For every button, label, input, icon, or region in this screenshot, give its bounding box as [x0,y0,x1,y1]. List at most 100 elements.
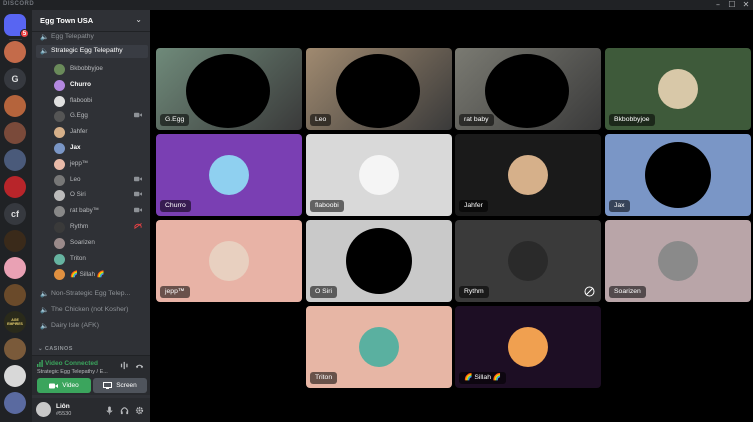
voice-user[interactable]: Soarizen [52,236,146,251]
signal-icon[interactable] [37,360,43,367]
video-tile[interactable]: Bkbobbyjoe [605,48,751,130]
avatar [54,95,65,107]
video-tile[interactable]: Jax [605,134,751,216]
server-icon[interactable] [4,284,26,306]
server-icon[interactable] [4,176,26,198]
speaker-icon: 🔈 [40,290,49,298]
user-tag[interactable]: #5530 [56,411,71,417]
avatar [54,237,65,249]
voice-channel[interactable]: 🔈 Dairy Isle (AFK) [36,320,148,333]
avatar [658,241,698,281]
avatar [645,142,711,208]
video-tile[interactable]: 🌈 Sillah 🌈 [455,306,601,388]
video-tile[interactable]: rat baby [455,48,601,130]
rail-separator [9,39,22,40]
server-icon[interactable] [4,365,26,387]
voice-user[interactable]: Jax [52,141,146,156]
tile-name-label: Rythm [459,286,489,298]
username[interactable]: Liôn [56,403,70,410]
discord-window: DISCORD – ☐ ✕ 5 Gcf AGE EMPIRES Egg Town U… [0,0,753,422]
voice-channel[interactable]: 🔈 Strategic Egg Telepathy [36,45,148,58]
voice-user-name: flaboobi [70,96,93,104]
avatar [209,155,249,195]
video-tile[interactable]: Jahfer [455,134,601,216]
server-icon[interactable] [4,149,26,171]
server-icon[interactable] [4,257,26,279]
avatar [54,158,65,170]
server-icon[interactable] [4,230,26,252]
close-button[interactable]: ✕ [739,0,753,10]
server-icon[interactable] [4,95,26,117]
avatar [346,228,412,294]
avatar [54,174,65,186]
video-tile[interactable]: jepp™ [156,220,302,302]
avatar[interactable] [36,402,51,417]
voice-channel-path[interactable]: Strategic Egg Telepathy / E... [37,369,108,375]
category-casinos[interactable]: ⌄ CASINOS [38,346,73,352]
voice-user[interactable]: Rythm [52,220,146,235]
voice-user[interactable]: Leo [52,173,146,188]
voice-user[interactable]: O Siri [52,188,146,203]
camera-feed [485,54,569,128]
server-rail: 5 Gcf AGE EMPIRES [0,10,32,422]
noise-suppression-icon[interactable] [120,361,129,370]
avatar [54,253,65,265]
headphones-icon[interactable] [120,406,129,415]
speaker-icon: 🔈 [40,47,49,55]
server-icon[interactable] [4,41,26,63]
video-tile[interactable]: O Siri [306,220,452,302]
gear-icon[interactable] [135,406,144,415]
channel-name: Egg Telepathy [51,33,94,40]
server-icon[interactable] [4,392,26,414]
voice-user[interactable]: 🌈 Sillah 🌈 [52,267,146,282]
video-button-label: Video [62,382,79,389]
microphone-icon[interactable] [105,406,114,415]
video-tile[interactable]: Leo [306,48,452,130]
voice-user[interactable]: G.Egg [52,109,146,124]
voice-user[interactable]: Bkbobbyjoe [52,62,146,77]
video-icon [134,176,142,181]
screen-share-button[interactable]: Screen [93,378,147,393]
voice-user[interactable]: flaboobi [52,94,146,109]
voice-channel[interactable]: 🔈 Non-Strategic Egg Telep... [36,288,148,301]
voice-channel[interactable]: 🔈 The Chicken (not Kosher) [36,304,148,317]
video-tile[interactable]: Churro [156,134,302,216]
voice-user[interactable]: Churro [52,78,146,93]
server-icon[interactable]: 5 [4,14,29,38]
voice-user[interactable]: rat baby™ [52,204,146,219]
tile-name-label: Jax [609,200,630,212]
video-tile[interactable]: Triton [306,306,452,388]
voice-user-name: Triton [70,254,86,262]
video-tile[interactable]: Soarizen [605,220,751,302]
speaker-icon: 🔈 [40,33,49,41]
minimize-button[interactable]: – [711,0,725,10]
guild-name: Egg Town USA [40,16,94,25]
user-panel: Liôn #5530 [32,398,150,422]
voice-status[interactable]: Video Connected [45,360,98,367]
tile-name-label: Leo [310,114,332,126]
voice-user[interactable]: Triton [52,252,146,267]
channel-name: Non-Strategic Egg Telep... [51,290,131,297]
voice-channel[interactable]: 🔈 Egg Telepathy [36,31,148,44]
video-icon [134,113,142,118]
voice-user-name: 🌈 Sillah 🌈 [70,271,105,279]
server-icon[interactable] [4,338,26,360]
server-icon[interactable]: G [4,68,26,90]
guild-header[interactable]: Egg Town USA ⌄ [32,10,150,32]
server-icon[interactable]: AGE EMPIRES [4,311,26,333]
video-tile[interactable]: G.Egg [156,48,302,130]
video-button[interactable]: Video [37,378,91,393]
screen-button-label: Screen [116,382,137,389]
tile-name-label: Bkbobbyjoe [609,114,655,126]
disconnect-icon[interactable] [135,361,144,370]
voice-user[interactable]: jepp™ [52,157,146,172]
server-initials: G [11,74,19,84]
video-tile[interactable]: Rythm [455,220,601,302]
server-icon[interactable] [4,122,26,144]
server-icon[interactable]: cf [4,203,26,225]
maximize-button[interactable]: ☐ [725,0,739,10]
chevron-down-icon: ⌄ [135,15,142,24]
voice-user[interactable]: Jahfer [52,125,146,140]
video-tile[interactable]: flaboobi [306,134,452,216]
voice-user-name: Jax [70,144,81,151]
